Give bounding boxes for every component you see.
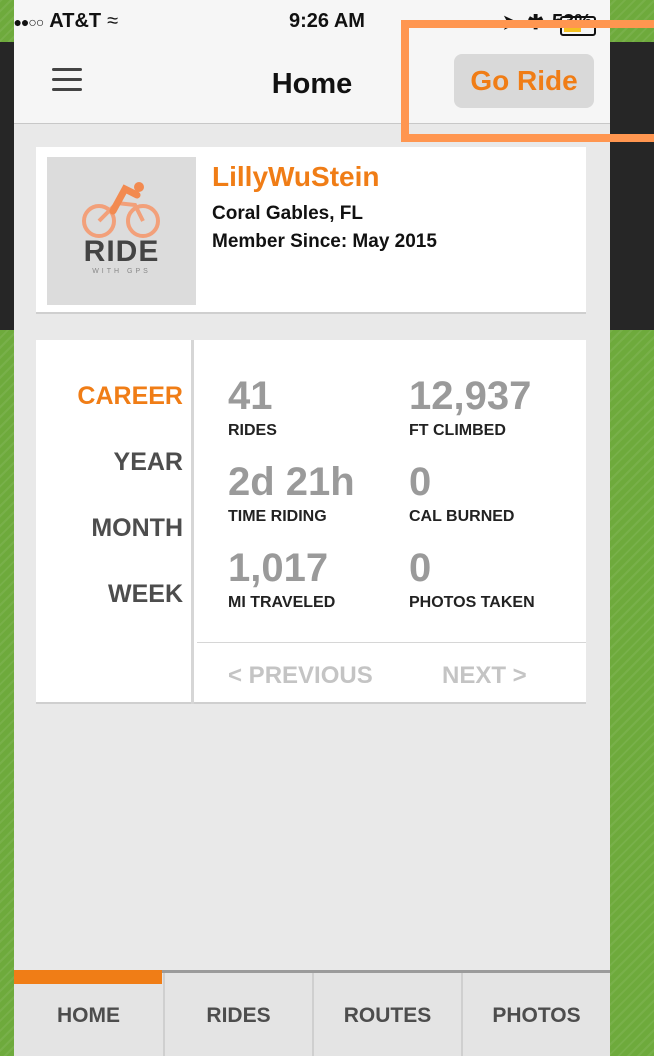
stat-label: FT CLIMBED bbox=[409, 422, 506, 439]
period-year[interactable]: YEAR bbox=[114, 448, 183, 477]
stat-cal-burned: 0 CAL BURNED bbox=[409, 462, 514, 526]
tab-home[interactable]: HOME bbox=[14, 973, 163, 1056]
tab-rides[interactable]: RIDES bbox=[163, 973, 312, 1056]
stat-label: RIDES bbox=[228, 422, 277, 439]
stat-value: 12,937 bbox=[409, 374, 532, 418]
stat-rides: 41 RIDES bbox=[228, 376, 277, 440]
period-month[interactable]: MONTH bbox=[91, 514, 183, 543]
tab-bar: HOME RIDES ROUTES PHOTOS bbox=[14, 970, 610, 1056]
period-week[interactable]: WEEK bbox=[108, 580, 183, 609]
period-selector: CAREER YEAR MONTH WEEK bbox=[36, 340, 194, 704]
username[interactable]: LillyWuStein bbox=[212, 161, 380, 193]
avatar[interactable]: RIDE WITH GPS bbox=[47, 157, 196, 305]
user-location: Coral Gables, FL bbox=[212, 203, 363, 224]
stat-mi-traveled: 1,017 MI TRAVELED bbox=[228, 548, 335, 612]
stat-label: TIME RIDING bbox=[228, 508, 327, 525]
stat-label: MI TRAVELED bbox=[228, 594, 336, 611]
tab-photos[interactable]: PHOTOS bbox=[461, 973, 610, 1056]
stat-label: CAL BURNED bbox=[409, 508, 515, 525]
cyclist-logo-icon bbox=[82, 182, 160, 238]
stat-value: 2d 21h bbox=[228, 460, 355, 504]
stat-photos-taken: 0 PHOTOS TAKEN bbox=[409, 548, 535, 612]
pager-divider bbox=[197, 642, 586, 643]
highlight-box bbox=[401, 20, 654, 142]
member-since: Member Since: May 2015 bbox=[212, 231, 437, 252]
previous-button[interactable]: < PREVIOUS bbox=[228, 662, 373, 690]
stats-card: CAREER YEAR MONTH WEEK 41 RIDES 12,937 F… bbox=[36, 340, 586, 704]
next-button[interactable]: NEXT > bbox=[442, 662, 527, 690]
app-screen: ●●●○○ AT&T ≈ 9:26 AM ➤ ✱ 53% Home Go Rid… bbox=[14, 0, 610, 1056]
stat-value: 41 bbox=[228, 374, 273, 418]
stat-value: 1,017 bbox=[228, 546, 329, 590]
stat-label: PHOTOS TAKEN bbox=[409, 594, 535, 611]
period-career[interactable]: CAREER bbox=[77, 382, 183, 411]
logo-wordmark: RIDE bbox=[83, 235, 160, 268]
profile-card: RIDE WITH GPS LillyWuStein Coral Gables,… bbox=[36, 147, 586, 314]
stat-time-riding: 2d 21h TIME RIDING bbox=[228, 462, 355, 526]
logo-subtext: WITH GPS bbox=[92, 268, 151, 275]
stat-value: 0 bbox=[409, 546, 432, 590]
stat-value: 0 bbox=[409, 460, 432, 504]
stat-ft-climbed: 12,937 FT CLIMBED bbox=[409, 376, 531, 440]
tab-routes[interactable]: ROUTES bbox=[312, 973, 461, 1056]
